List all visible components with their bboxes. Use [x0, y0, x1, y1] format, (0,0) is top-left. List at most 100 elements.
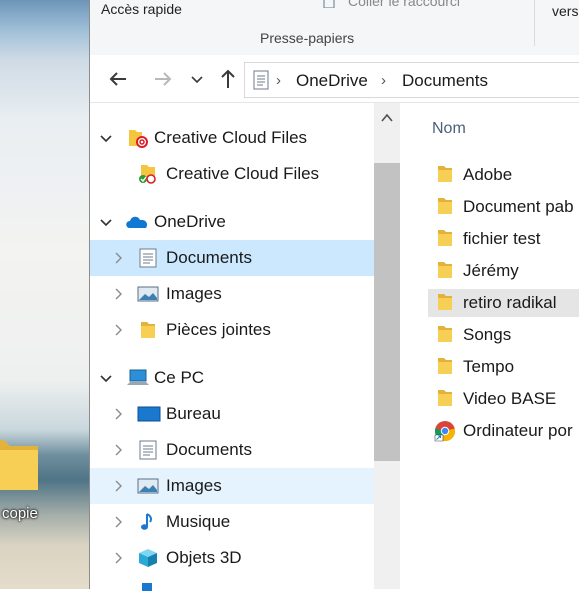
scrollbar-thumb[interactable] [374, 163, 400, 461]
nav-item-creative-cloud-files-child[interactable]: Creative Cloud Files [90, 156, 374, 192]
nav-item-label: Images [166, 284, 222, 303]
navigation-scrollbar[interactable] [374, 103, 400, 589]
ribbon: Accès rapide Coller le raccourci vers Pr… [90, 0, 579, 56]
folder-icon [438, 294, 452, 310]
cube-3d-icon [139, 549, 157, 567]
file-item-label: Songs [463, 325, 512, 344]
desktop-item-label[interactable]: copie [2, 505, 38, 522]
chevron-right-icon[interactable] [112, 516, 124, 528]
chevron-right-icon[interactable] [112, 444, 124, 456]
ribbon-divider [534, 0, 535, 46]
file-item-video-base[interactable]: Video BASE [428, 385, 579, 413]
nav-item-objets-3d[interactable]: Objets 3D [90, 540, 374, 576]
chevron-right-icon[interactable] [112, 408, 124, 420]
desktop-folder-icon[interactable] [0, 430, 38, 490]
file-item-adobe[interactable]: Adobe [428, 161, 579, 189]
version-history-button[interactable]: vers [552, 3, 578, 19]
file-item-label: Ordinateur por [463, 421, 573, 440]
file-item-fichier-test[interactable]: fichier test [428, 225, 579, 253]
file-item-jeremy[interactable]: Jérémy [428, 257, 579, 285]
desktop-icon [137, 406, 161, 422]
navigation-pane: Creative Cloud Files Creative Cloud File… [90, 103, 375, 591]
nav-item-pc-images[interactable]: Images [90, 468, 374, 504]
file-item-label: Jérémy [463, 261, 519, 280]
forward-arrow-icon[interactable] [151, 67, 175, 91]
file-item-songs[interactable]: Songs [428, 321, 579, 349]
file-explorer-window: Accès rapide Coller le raccourci vers Pr… [89, 0, 579, 591]
file-item-label: Video BASE [463, 389, 557, 408]
pictures-icon [137, 286, 159, 302]
breadcrumb-separator-icon[interactable]: › [276, 72, 281, 89]
pictures-icon [137, 478, 159, 494]
folder-icon [438, 326, 452, 342]
creative-cloud-sync-folder-icon [139, 165, 156, 184]
nav-item-onedrive-documents[interactable]: Documents [90, 240, 374, 276]
folder-icon [438, 262, 452, 278]
chevron-down-icon[interactable] [100, 372, 112, 384]
breadcrumb-separator-icon[interactable]: › [381, 72, 386, 89]
nav-item-label: Pièces jointes [166, 320, 271, 339]
document-icon [139, 440, 157, 460]
file-item-label: Tempo [463, 357, 515, 376]
document-icon [253, 70, 269, 90]
pin-quick-access-button[interactable]: Accès rapide [101, 1, 182, 17]
nav-item-pieces-jointes[interactable]: Pièces jointes [90, 312, 374, 348]
desktop-background: copie [0, 0, 89, 589]
file-item-ordinateur-portable[interactable]: Ordinateur por [428, 417, 579, 445]
up-arrow-icon[interactable] [216, 67, 240, 91]
breadcrumb-onedrive[interactable]: OneDrive [296, 71, 368, 91]
nav-item-onedrive-images[interactable]: Images [90, 276, 374, 312]
onedrive-cloud-icon [126, 216, 148, 228]
paste-shortcut-button[interactable]: Coller le raccourci [348, 0, 460, 9]
recent-locations-chevron-icon[interactable] [189, 69, 205, 89]
nav-item-pc-documents[interactable]: Documents [90, 432, 374, 468]
folder-icon [438, 358, 452, 374]
file-item-label: Document pab [463, 197, 574, 216]
column-header-name[interactable]: Nom [432, 120, 466, 138]
folder-icon [438, 390, 452, 406]
nav-item-label: Ce PC [154, 368, 205, 387]
address-bar-row: › OneDrive › Documents [90, 55, 579, 103]
nav-item-label: OneDrive [154, 212, 226, 231]
nav-item-label: Objets 3D [166, 548, 242, 567]
address-bar[interactable]: › OneDrive › Documents [244, 62, 579, 98]
nav-item-label: Creative Cloud Files [166, 164, 320, 183]
chevron-right-icon[interactable] [112, 324, 124, 336]
chevron-right-icon[interactable] [112, 288, 124, 300]
file-item-tempo[interactable]: Tempo [428, 353, 579, 381]
nav-item-bureau[interactable]: Bureau [90, 396, 374, 432]
file-item-document-pab[interactable]: Document pab [428, 193, 579, 221]
back-arrow-icon[interactable] [106, 67, 130, 91]
computer-icon [127, 369, 149, 385]
folder-icon [438, 198, 452, 214]
document-icon [139, 248, 157, 268]
breadcrumb-documents[interactable]: Documents [402, 71, 488, 91]
nav-item-musique[interactable]: Musique [90, 504, 374, 540]
nav-item-label: Musique [166, 512, 231, 531]
chevron-down-icon[interactable] [100, 132, 112, 144]
nav-item-label: Documents [166, 248, 252, 267]
chevron-down-icon[interactable] [100, 216, 112, 228]
folder-icon [141, 322, 155, 338]
nav-item-ce-pc[interactable]: Ce PC [90, 360, 374, 396]
paste-shortcut-icon [323, 0, 335, 8]
scroll-up-arrow-icon[interactable] [381, 113, 393, 123]
folder-icon [438, 166, 452, 182]
file-item-label: Adobe [463, 165, 513, 184]
folder-icon [438, 230, 452, 246]
nav-item-label: Images [166, 476, 222, 495]
nav-item-label: Bureau [166, 404, 221, 423]
file-item-label: fichier test [463, 229, 541, 248]
chevron-right-icon[interactable] [112, 480, 124, 492]
chevron-right-icon[interactable] [112, 252, 124, 264]
music-note-icon [141, 513, 152, 530]
chevron-right-icon[interactable] [112, 552, 124, 564]
nav-item-onedrive[interactable]: OneDrive [90, 204, 374, 240]
file-item-label: retiro radikal [463, 293, 557, 312]
nav-item-creative-cloud-files[interactable]: Creative Cloud Files [90, 120, 374, 156]
nav-item-label: Creative Cloud Files [154, 128, 308, 147]
creative-cloud-folder-icon [129, 130, 148, 148]
file-item-retiro-radikal[interactable]: retiro radikal [428, 289, 579, 317]
nav-item-label: Documents [166, 440, 252, 459]
chrome-shortcut-icon [434, 421, 456, 442]
